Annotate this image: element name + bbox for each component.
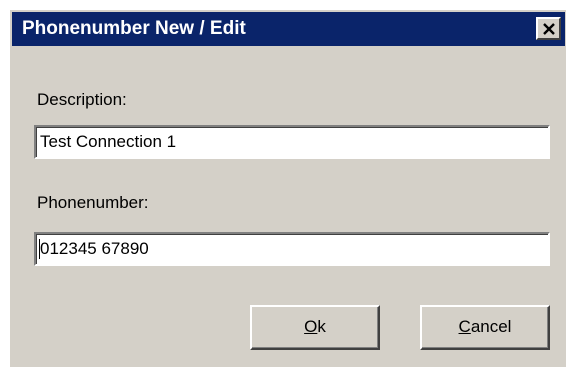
title-bar[interactable]: Phonenumber New / Edit	[12, 12, 565, 46]
close-x-icon	[543, 23, 555, 35]
ok-button[interactable]: Ok	[250, 305, 380, 350]
description-label: Description:	[37, 90, 127, 109]
window-title: Phonenumber New / Edit	[22, 18, 246, 39]
phonenumber-input[interactable]	[40, 236, 540, 262]
phonenumber-field-box[interactable]	[34, 232, 550, 266]
cancel-button[interactable]: Cancel	[420, 305, 550, 350]
ok-mnemonic: O	[304, 317, 318, 336]
description-input[interactable]	[40, 129, 540, 155]
ok-label-rest: k	[317, 317, 326, 336]
description-field-box[interactable]	[34, 125, 550, 159]
cancel-label-rest: ancel	[470, 317, 512, 336]
close-button[interactable]	[536, 17, 561, 40]
dialog-window: Phonenumber New / Edit Description: Phon…	[8, 8, 566, 367]
phonenumber-label: Phonenumber:	[37, 193, 149, 212]
cancel-mnemonic: C	[458, 317, 471, 336]
